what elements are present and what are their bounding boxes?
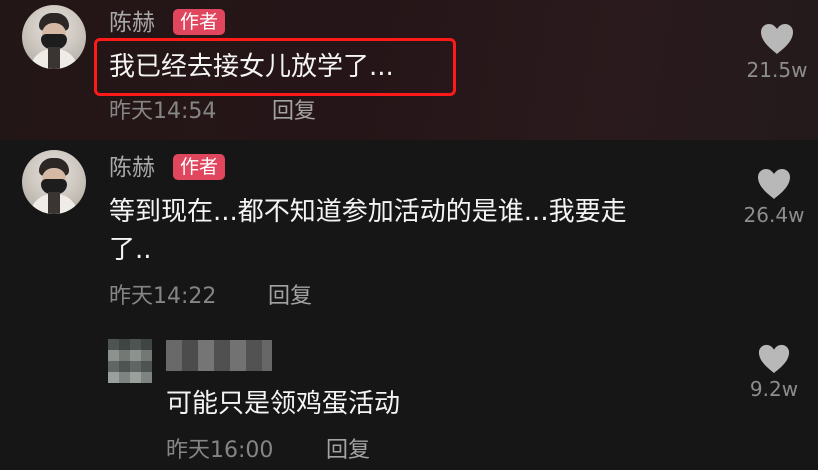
comment-text-line-1: 等到现在...都不知道参加活动的是谁...我要走 — [109, 197, 627, 227]
author-avatar[interactable] — [22, 150, 86, 214]
author-badge: 作者 — [173, 9, 226, 35]
reply-button[interactable]: 回复 — [272, 98, 316, 126]
like-button[interactable]: 21.5w — [729, 22, 818, 82]
blurred-avatar[interactable] — [108, 339, 152, 383]
like-button[interactable]: 26.4w — [726, 167, 818, 227]
like-count: 9.2w — [749, 377, 799, 401]
like-count: 26.4w — [743, 203, 805, 227]
comment-timestamp: 昨天14:54 — [109, 99, 217, 124]
author-badge: 作者 — [173, 154, 226, 180]
comment-timestamp: 昨天14:22 — [109, 284, 217, 309]
comment-author-name[interactable]: 陈赫 — [109, 9, 155, 37]
author-avatar[interactable] — [22, 5, 86, 69]
comment-text: 我已经去接女儿放学了... — [109, 52, 394, 82]
blurred-username — [166, 340, 272, 371]
heart-icon — [761, 24, 793, 54]
comment-text-line-2: 了.. — [109, 235, 152, 265]
like-button[interactable]: 9.2w — [726, 343, 818, 401]
comment-author-name[interactable]: 陈赫 — [109, 154, 155, 182]
reply-button[interactable]: 回复 — [268, 283, 312, 311]
heart-icon — [758, 169, 790, 199]
comment-timestamp: 昨天16:00 — [166, 438, 274, 463]
reply-button[interactable]: 回复 — [326, 437, 370, 465]
comment-text: 可能只是领鸡蛋活动 — [166, 389, 401, 419]
like-count: 21.5w — [746, 58, 808, 82]
heart-icon — [758, 344, 790, 374]
